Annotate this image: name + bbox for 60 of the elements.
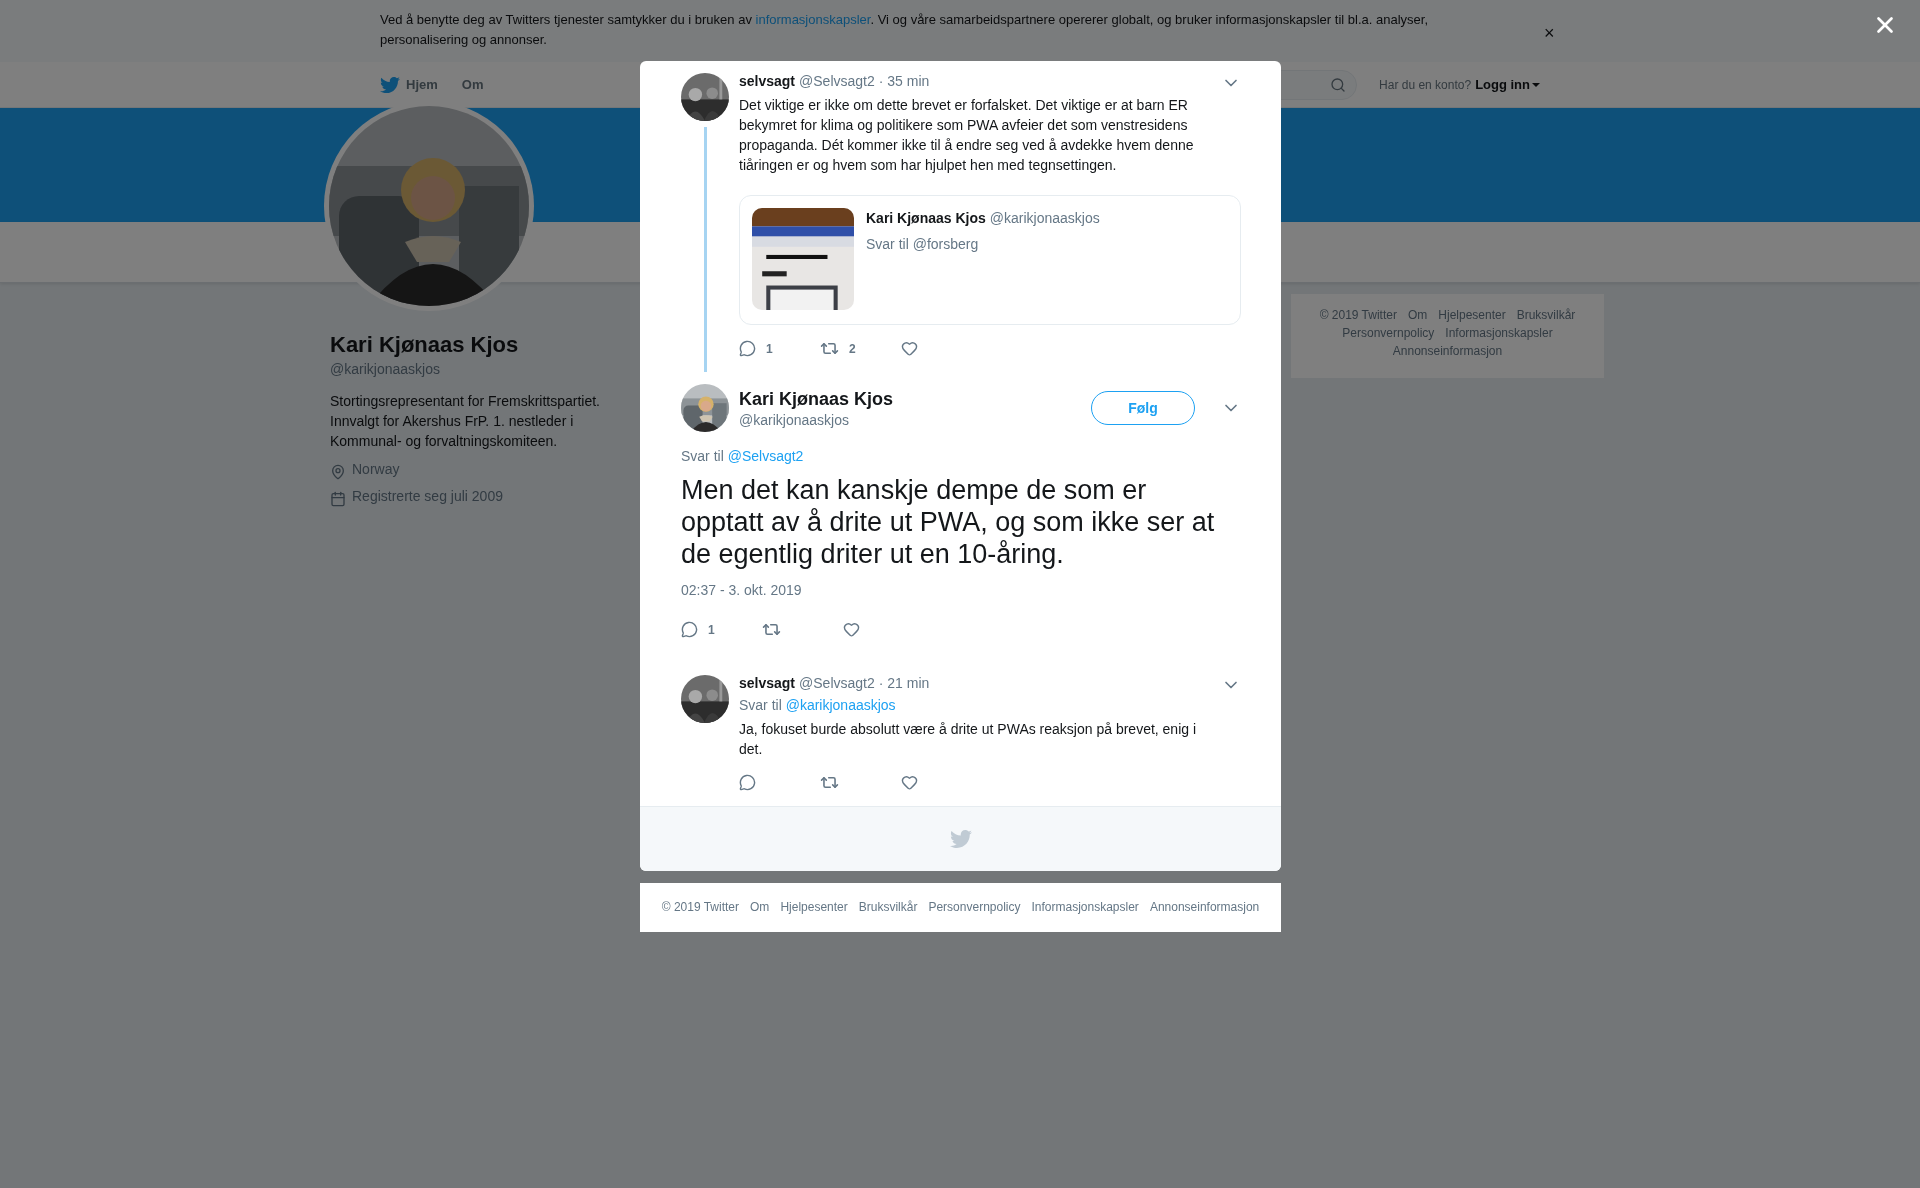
- like-icon: [901, 340, 918, 357]
- user-handle: @karikjonaaskjos: [739, 411, 850, 428]
- footer-link[interactable]: Informasjonskapsler: [1445, 326, 1553, 341]
- reply-icon: [681, 621, 698, 638]
- reply-button[interactable]: 1: [739, 339, 820, 358]
- footer-link[interactable]: Annonseinformasjon: [1149, 900, 1260, 915]
- like-icon: [843, 621, 860, 638]
- mention-link[interactable]: @Selvsagt2: [727, 448, 804, 464]
- tweet-timestamp: 02:37 - 3. okt. 2019: [681, 582, 803, 598]
- footer-link[interactable]: Bruksvilkår: [1516, 308, 1576, 323]
- user-handle: @Selvsagt2: [799, 675, 875, 691]
- user-name[interactable]: Kari Kjønaas Kjos: [739, 388, 1081, 410]
- footer-link[interactable]: Personvernpolicy: [928, 900, 1021, 915]
- cookie-notice: Ved å benytte deg av Twitters tjenester samtykker du i bruken av informasjonskapsler. Vi og våre samarbeidspartnere opererer globalt, og bruker informasjonskapsler til bl.a. analyser, personalisering og annonser.: [380, 11, 1429, 49]
- profile-joined: Registrerte seg juli 2009: [352, 488, 503, 504]
- login-prompt: Har du en konto?: [1379, 77, 1472, 92]
- tweet-text: Ja, fokuset burde absolutt være å drite ut PWAs reaksjon på brevet, enig i det.: [739, 720, 1198, 759]
- footer-link[interactable]: © 2019 Twitter: [661, 900, 740, 915]
- tweet-time: · 21 min: [878, 675, 930, 691]
- profile-bio: Stortingsrepresentant for Fremskrittspartiet. Innvalgt for Akershus FrP. 1. nestleder i Kommunal- og forvaltningskomiteen.: [330, 392, 601, 451]
- footer-link[interactable]: Hjelpesenter: [1438, 308, 1506, 323]
- tweet-time: · 35 min: [878, 73, 930, 89]
- tweet-text: Det viktige er ikke om dette brevet er forfalsket. Det viktige er at barn ER bekymret for klima og politikere som PWA avfeier det som venstresidens propaganda. Dét kommer ikke til å endre seg ved å avdekke hvem denne tiåringen er og hvem som har hjulpet hen med tegnsettingen.: [739, 96, 1195, 175]
- user-name[interactable]: selvsagt: [739, 675, 796, 691]
- close-button[interactable]: ×: [1544, 24, 1555, 42]
- search-icon: [1330, 76, 1347, 93]
- calendar-icon: [330, 491, 346, 507]
- nav-link[interactable]: Om: [461, 77, 484, 92]
- user-name: Kari Kjønaas Kjos: [866, 210, 986, 226]
- bird-icon: [949, 828, 972, 850]
- nav-link[interactable]: Hjem: [380, 74, 438, 95]
- user-name[interactable]: selvsagt: [739, 73, 796, 89]
- user-handle: @karikjonaaskjos: [989, 210, 1100, 226]
- footer-link[interactable]: Informasjonskapsler: [1031, 900, 1139, 915]
- like-icon: [901, 774, 918, 791]
- reply-to-text: Svar til @karikjonaaskjos: [739, 697, 896, 713]
- footer-link[interactable]: Om: [750, 900, 770, 915]
- footer-link[interactable]: Annonseinformasjon: [1392, 344, 1503, 359]
- footer-link[interactable]: Om: [1407, 308, 1428, 323]
- location-icon: [330, 464, 346, 480]
- footer-link[interactable]: Bruksvilkår: [858, 900, 918, 915]
- login-button[interactable]: Logg inn: [1475, 77, 1540, 92]
- reply-button[interactable]: 1: [681, 620, 762, 639]
- follow-button[interactable]: Følg: [1091, 391, 1195, 425]
- reply-icon: [739, 774, 756, 791]
- bird-icon: [380, 74, 400, 95]
- profile-handle: @karikjonaaskjos: [330, 360, 441, 379]
- profile-name: Kari Kjønaas Kjos: [330, 331, 520, 359]
- mention-link[interactable]: @karikjonaaskjos: [785, 697, 896, 713]
- footer-link[interactable]: Hjelpesenter: [780, 900, 848, 915]
- retweet-button[interactable]: 2: [820, 339, 901, 358]
- quoted-tweet[interactable]: Kari Kjønaas Kjos @karikjonaaskjos Svar til @forsberg: [739, 195, 1241, 325]
- reply-to-text: Svar til @Selvsagt2: [681, 448, 804, 464]
- tweet-text: Men det kan kanskje dempe de som er opptatt av å drite ut PWA, og som ikke ser at de egentlig driter ut en 10-åring.: [681, 474, 1216, 570]
- reply-to-text: Svar til @forsberg: [866, 235, 980, 254]
- reply-icon: [739, 340, 756, 357]
- profile-location: Norway: [352, 461, 400, 477]
- footer-link[interactable]: © 2019 Twitter: [1319, 308, 1397, 323]
- user-handle: @Selvsagt2: [799, 73, 875, 89]
- footer-link[interactable]: Personvernpolicy: [1342, 326, 1435, 341]
